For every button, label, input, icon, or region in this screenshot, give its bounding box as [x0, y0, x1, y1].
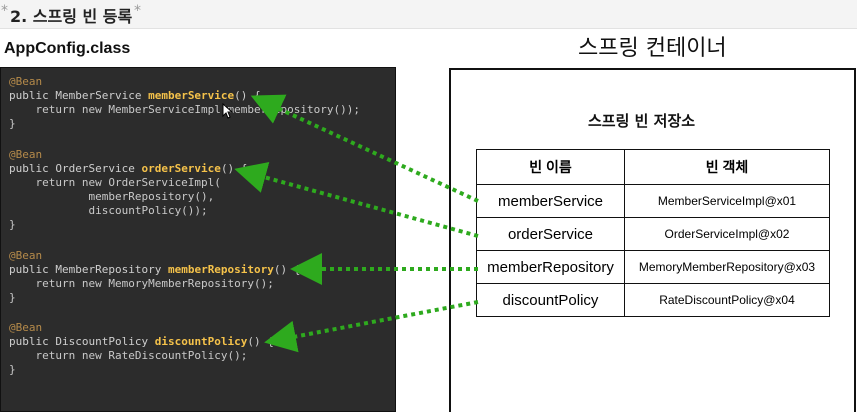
registration-arrows [234, 94, 479, 353]
arrow-discount-policy [264, 300, 479, 353]
mouse-pointer-icon [222, 103, 234, 119]
arrow-order-service [234, 161, 479, 238]
